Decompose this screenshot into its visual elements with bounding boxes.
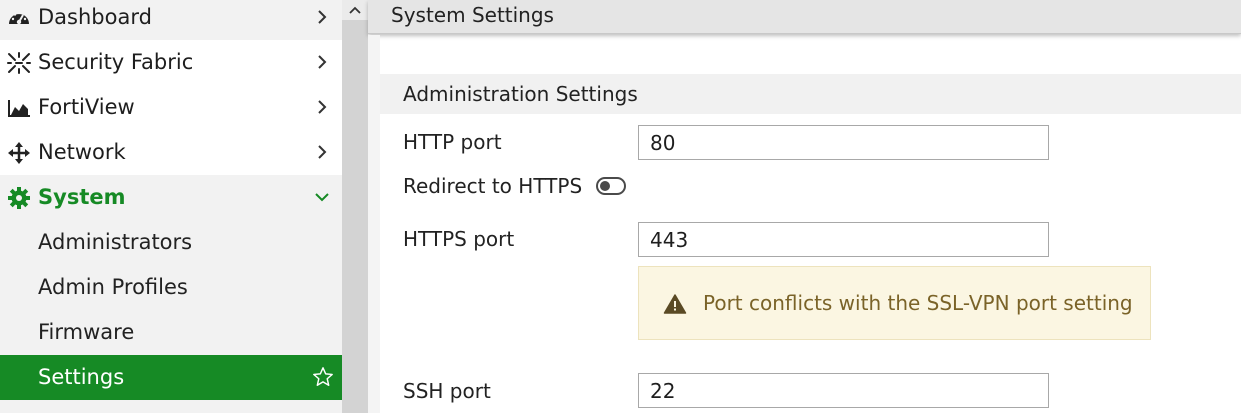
sidebar-item-administrators[interactable]: Administrators [0, 220, 342, 265]
sidebar-item-label: System [38, 185, 126, 209]
https-port-input[interactable] [638, 222, 1049, 257]
https-port-label: HTTPS port [403, 227, 515, 251]
sidebar-item-security-fabric[interactable]: Security Fabric [0, 40, 342, 85]
redirect-https-label: Redirect to HTTPS [403, 174, 583, 198]
ssh-port-input[interactable] [638, 373, 1049, 408]
warning-triangle-icon [663, 293, 687, 315]
area-chart-icon [6, 96, 32, 120]
sidebar-item-network[interactable]: Network [0, 130, 342, 175]
section-header: Administration Settings [380, 74, 1241, 114]
sidebar-item-label: Admin Profiles [38, 275, 188, 299]
toggle-knob [600, 181, 610, 191]
sidebar-item-label: Network [38, 140, 126, 164]
chevron-right-icon [314, 98, 330, 116]
sidebar-item-fortiview[interactable]: FortiView [0, 85, 342, 130]
chevron-right-icon [314, 53, 330, 71]
content-gutter [368, 35, 380, 413]
http-port-input[interactable] [638, 125, 1049, 160]
sidebar-item-dashboard[interactable]: Dashboard [0, 0, 342, 40]
sidebar: Dashboard Security Fabric FortiView Netw… [0, 0, 342, 413]
sidebar-footer [0, 400, 342, 413]
main-content: System Settings Administration Settings … [368, 0, 1241, 413]
sidebar-item-label: Administrators [38, 230, 193, 254]
http-port-label: HTTP port [403, 130, 502, 154]
page-header: System Settings [368, 0, 1241, 34]
port-conflict-warning: Port conflicts with the SSL-VPN port set… [638, 266, 1151, 340]
redirect-https-toggle[interactable] [596, 177, 626, 195]
star-outline-icon[interactable] [312, 366, 334, 388]
sidebar-item-label: FortiView [38, 95, 135, 119]
sidebar-item-label: Firmware [38, 320, 135, 344]
sidebar-item-admin-profiles[interactable]: Admin Profiles [0, 265, 342, 310]
security-fabric-icon [6, 51, 32, 75]
sidebar-scrollbar[interactable] [342, 0, 368, 413]
chevron-right-icon [314, 8, 330, 26]
sidebar-item-label: Dashboard [38, 5, 152, 29]
ssh-port-label: SSH port [403, 379, 491, 403]
page-title: System Settings [391, 3, 554, 27]
warning-text: Port conflicts with the SSL-VPN port set… [703, 291, 1133, 315]
sidebar-item-settings[interactable]: Settings [0, 355, 342, 400]
scroll-up-arrow-icon[interactable] [342, 0, 368, 20]
section-title: Administration Settings [403, 82, 638, 106]
chevron-down-icon [314, 188, 330, 206]
arrows-move-icon [6, 141, 32, 165]
gear-icon [6, 186, 32, 210]
chevron-right-icon [314, 143, 330, 161]
sidebar-item-label: Settings [38, 365, 125, 389]
sidebar-item-system[interactable]: System [0, 175, 342, 220]
sidebar-item-label: Security Fabric [38, 50, 194, 74]
sidebar-item-firmware[interactable]: Firmware [0, 310, 342, 355]
dashboard-gauge-icon [6, 6, 32, 30]
